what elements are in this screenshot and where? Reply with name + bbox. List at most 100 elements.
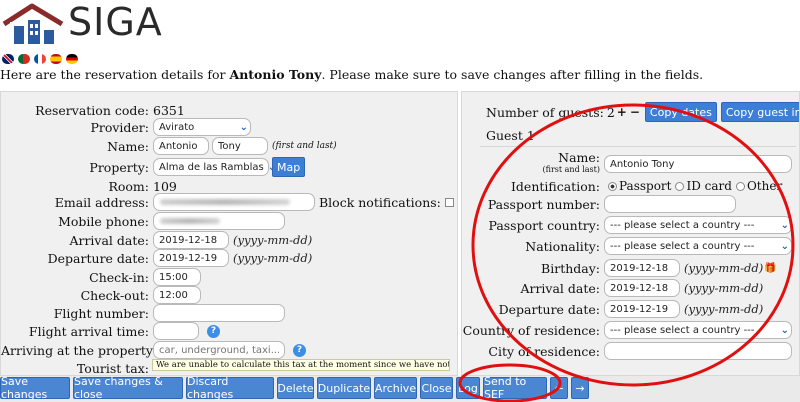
siga-logo: SIGA xyxy=(0,0,180,46)
arriving-by-label: Arriving at the property by: xyxy=(1,342,177,358)
mobile-label: Mobile phone: xyxy=(58,213,149,229)
provider-value: Avirato xyxy=(159,121,195,133)
flight-number-input[interactable] xyxy=(153,304,285,322)
map-button[interactable]: Map xyxy=(272,157,306,177)
first-name-input[interactable] xyxy=(153,137,209,155)
guest-title: Guest 1 xyxy=(486,128,535,143)
residence-country-value: --- please select a country --- xyxy=(610,324,755,336)
help-icon[interactable]: ? xyxy=(207,324,220,338)
duplicate-button[interactable]: Duplicate xyxy=(317,377,371,399)
reservation-code-label: Reservation code: xyxy=(35,102,149,118)
chevron-down-icon: ⌄ xyxy=(780,219,789,231)
close-button[interactable]: Close xyxy=(420,377,453,399)
identification-label: Identification: xyxy=(510,178,600,194)
email-input[interactable] xyxy=(153,193,315,211)
guests-value: 2 xyxy=(606,104,615,120)
checkout-label: Check-out: xyxy=(80,287,149,303)
arriving-by-input[interactable] xyxy=(153,341,285,359)
previous-arrow-icon[interactable]: ← xyxy=(550,377,568,399)
increase-guests-icon[interactable]: + xyxy=(617,105,627,119)
guest-arrival-input[interactable] xyxy=(604,279,680,297)
provider-row: Provider: Avirato ⌄ xyxy=(1,117,251,137)
guests-label: Number of guests: xyxy=(486,104,604,120)
decrease-guests-icon[interactable]: − xyxy=(630,105,640,119)
redacted-phone xyxy=(160,218,220,224)
guest-name-label-block: Name: (first and last) xyxy=(462,151,604,175)
chevron-down-icon: ⌄ xyxy=(780,240,789,252)
checkout-row: Check-out: xyxy=(1,285,201,305)
block-notifications-label: Block notifications: xyxy=(319,194,441,210)
gift-icon: 🎁 xyxy=(764,262,777,274)
provider-select[interactable]: Avirato ⌄ xyxy=(153,118,251,136)
flight-number-row: Flight number: xyxy=(1,303,285,323)
save-close-button[interactable]: Save changes & close xyxy=(73,375,183,401)
save-changes-button[interactable]: Save changes xyxy=(0,375,70,401)
es-flag-icon[interactable] xyxy=(50,54,62,64)
copy-dates-button[interactable]: Copy dates xyxy=(644,102,717,122)
residence-country-select[interactable]: --- please select a country --- ⌄ xyxy=(604,321,792,339)
passport-number-input[interactable] xyxy=(604,195,736,213)
email-label: Email address: xyxy=(54,194,149,210)
email-row: Email address: Block notifications: ? xyxy=(1,192,457,212)
residence-city-input[interactable] xyxy=(604,342,792,360)
delete-button[interactable]: Delete xyxy=(277,377,314,399)
send-to-sef-button[interactable]: Send to SEF xyxy=(483,375,547,401)
reservation-panel: Reservation code: 6351 Provider: Avirato… xyxy=(0,91,458,376)
arrival-label: Arrival date: xyxy=(69,232,149,248)
departure-hint: (yyyy-mm-dd) xyxy=(233,251,313,265)
redacted-email xyxy=(160,199,290,205)
intro-guest-name: Antonio Tony xyxy=(229,67,322,82)
archive-button[interactable]: Archive xyxy=(374,377,417,399)
nationality-value: --- please select a country --- xyxy=(610,240,755,252)
guest-departure-label: Departure date: xyxy=(498,301,600,317)
next-arrow-icon[interactable]: → xyxy=(571,377,589,399)
checkin-input[interactable] xyxy=(153,268,201,286)
guest-arrival-label: Arrival date: xyxy=(520,280,600,296)
birthday-input[interactable] xyxy=(604,259,680,277)
other-option-label: Other xyxy=(746,179,783,193)
checkin-row: Check-in: xyxy=(1,267,201,287)
passport-number-row: Passport number: xyxy=(462,194,736,214)
uk-flag-icon[interactable] xyxy=(2,54,14,64)
passport-country-value: --- please select a country --- xyxy=(610,219,755,231)
other-radio[interactable] xyxy=(735,181,745,191)
copy-guest-info-button[interactable]: Copy guest info xyxy=(720,102,799,122)
arriving-by-row: Arriving at the property by: ? xyxy=(1,340,306,360)
last-name-input[interactable] xyxy=(212,137,268,155)
property-select[interactable]: Alma de las Ramblas ⌄ xyxy=(153,158,276,176)
checkin-label: Check-in: xyxy=(89,269,149,285)
departure-date-input[interactable] xyxy=(153,249,229,267)
id-card-radio[interactable] xyxy=(675,181,685,191)
flight-arrival-input[interactable] xyxy=(153,322,199,340)
flight-arrival-row: Flight arrival time: ? xyxy=(1,321,220,341)
passport-number-label: Passport number: xyxy=(487,196,600,212)
provider-label: Provider: xyxy=(90,119,149,135)
tourist-tax-label: Tourist tax: xyxy=(76,360,149,376)
fr-flag-icon[interactable] xyxy=(34,54,46,64)
arrival-date-input[interactable] xyxy=(153,231,229,249)
guest-name-input[interactable] xyxy=(604,155,792,173)
name-label: Name: xyxy=(107,138,149,154)
birthday-row: Birthday: (yyyy-mm-dd) 🎁 xyxy=(462,258,777,278)
passport-option-label: Passport xyxy=(619,179,672,193)
flight-arrival-label: Flight arrival time: xyxy=(28,323,149,339)
passport-country-select[interactable]: --- please select a country --- ⌄ xyxy=(604,216,792,234)
nationality-select[interactable]: --- please select a country --- ⌄ xyxy=(604,237,792,255)
bottom-toolbar: Save changes Save changes & close Discar… xyxy=(0,375,800,402)
passport-radio[interactable] xyxy=(608,181,617,191)
name-hint: (first and last) xyxy=(272,141,337,151)
mobile-input[interactable] xyxy=(153,212,285,230)
guest-arrival-hint: (yyyy-mm-dd) xyxy=(684,281,764,295)
help-icon[interactable]: ? xyxy=(293,343,306,357)
guest-arrival-row: Arrival date: (yyyy-mm-dd) xyxy=(462,278,763,298)
discard-changes-button[interactable]: Discard changes xyxy=(186,375,274,401)
log-button[interactable]: Log xyxy=(456,377,480,399)
house-logo-icon xyxy=(2,3,64,44)
departure-row: Departure date: (yyyy-mm-dd) xyxy=(1,248,312,268)
guest-departure-input[interactable] xyxy=(604,300,680,318)
block-notifications-checkbox[interactable] xyxy=(444,197,454,207)
pt-flag-icon[interactable] xyxy=(18,54,30,64)
de-flag-icon[interactable] xyxy=(66,54,78,64)
guest-departure-hint: (yyyy-mm-dd) xyxy=(684,302,764,316)
checkout-input[interactable] xyxy=(153,286,201,304)
